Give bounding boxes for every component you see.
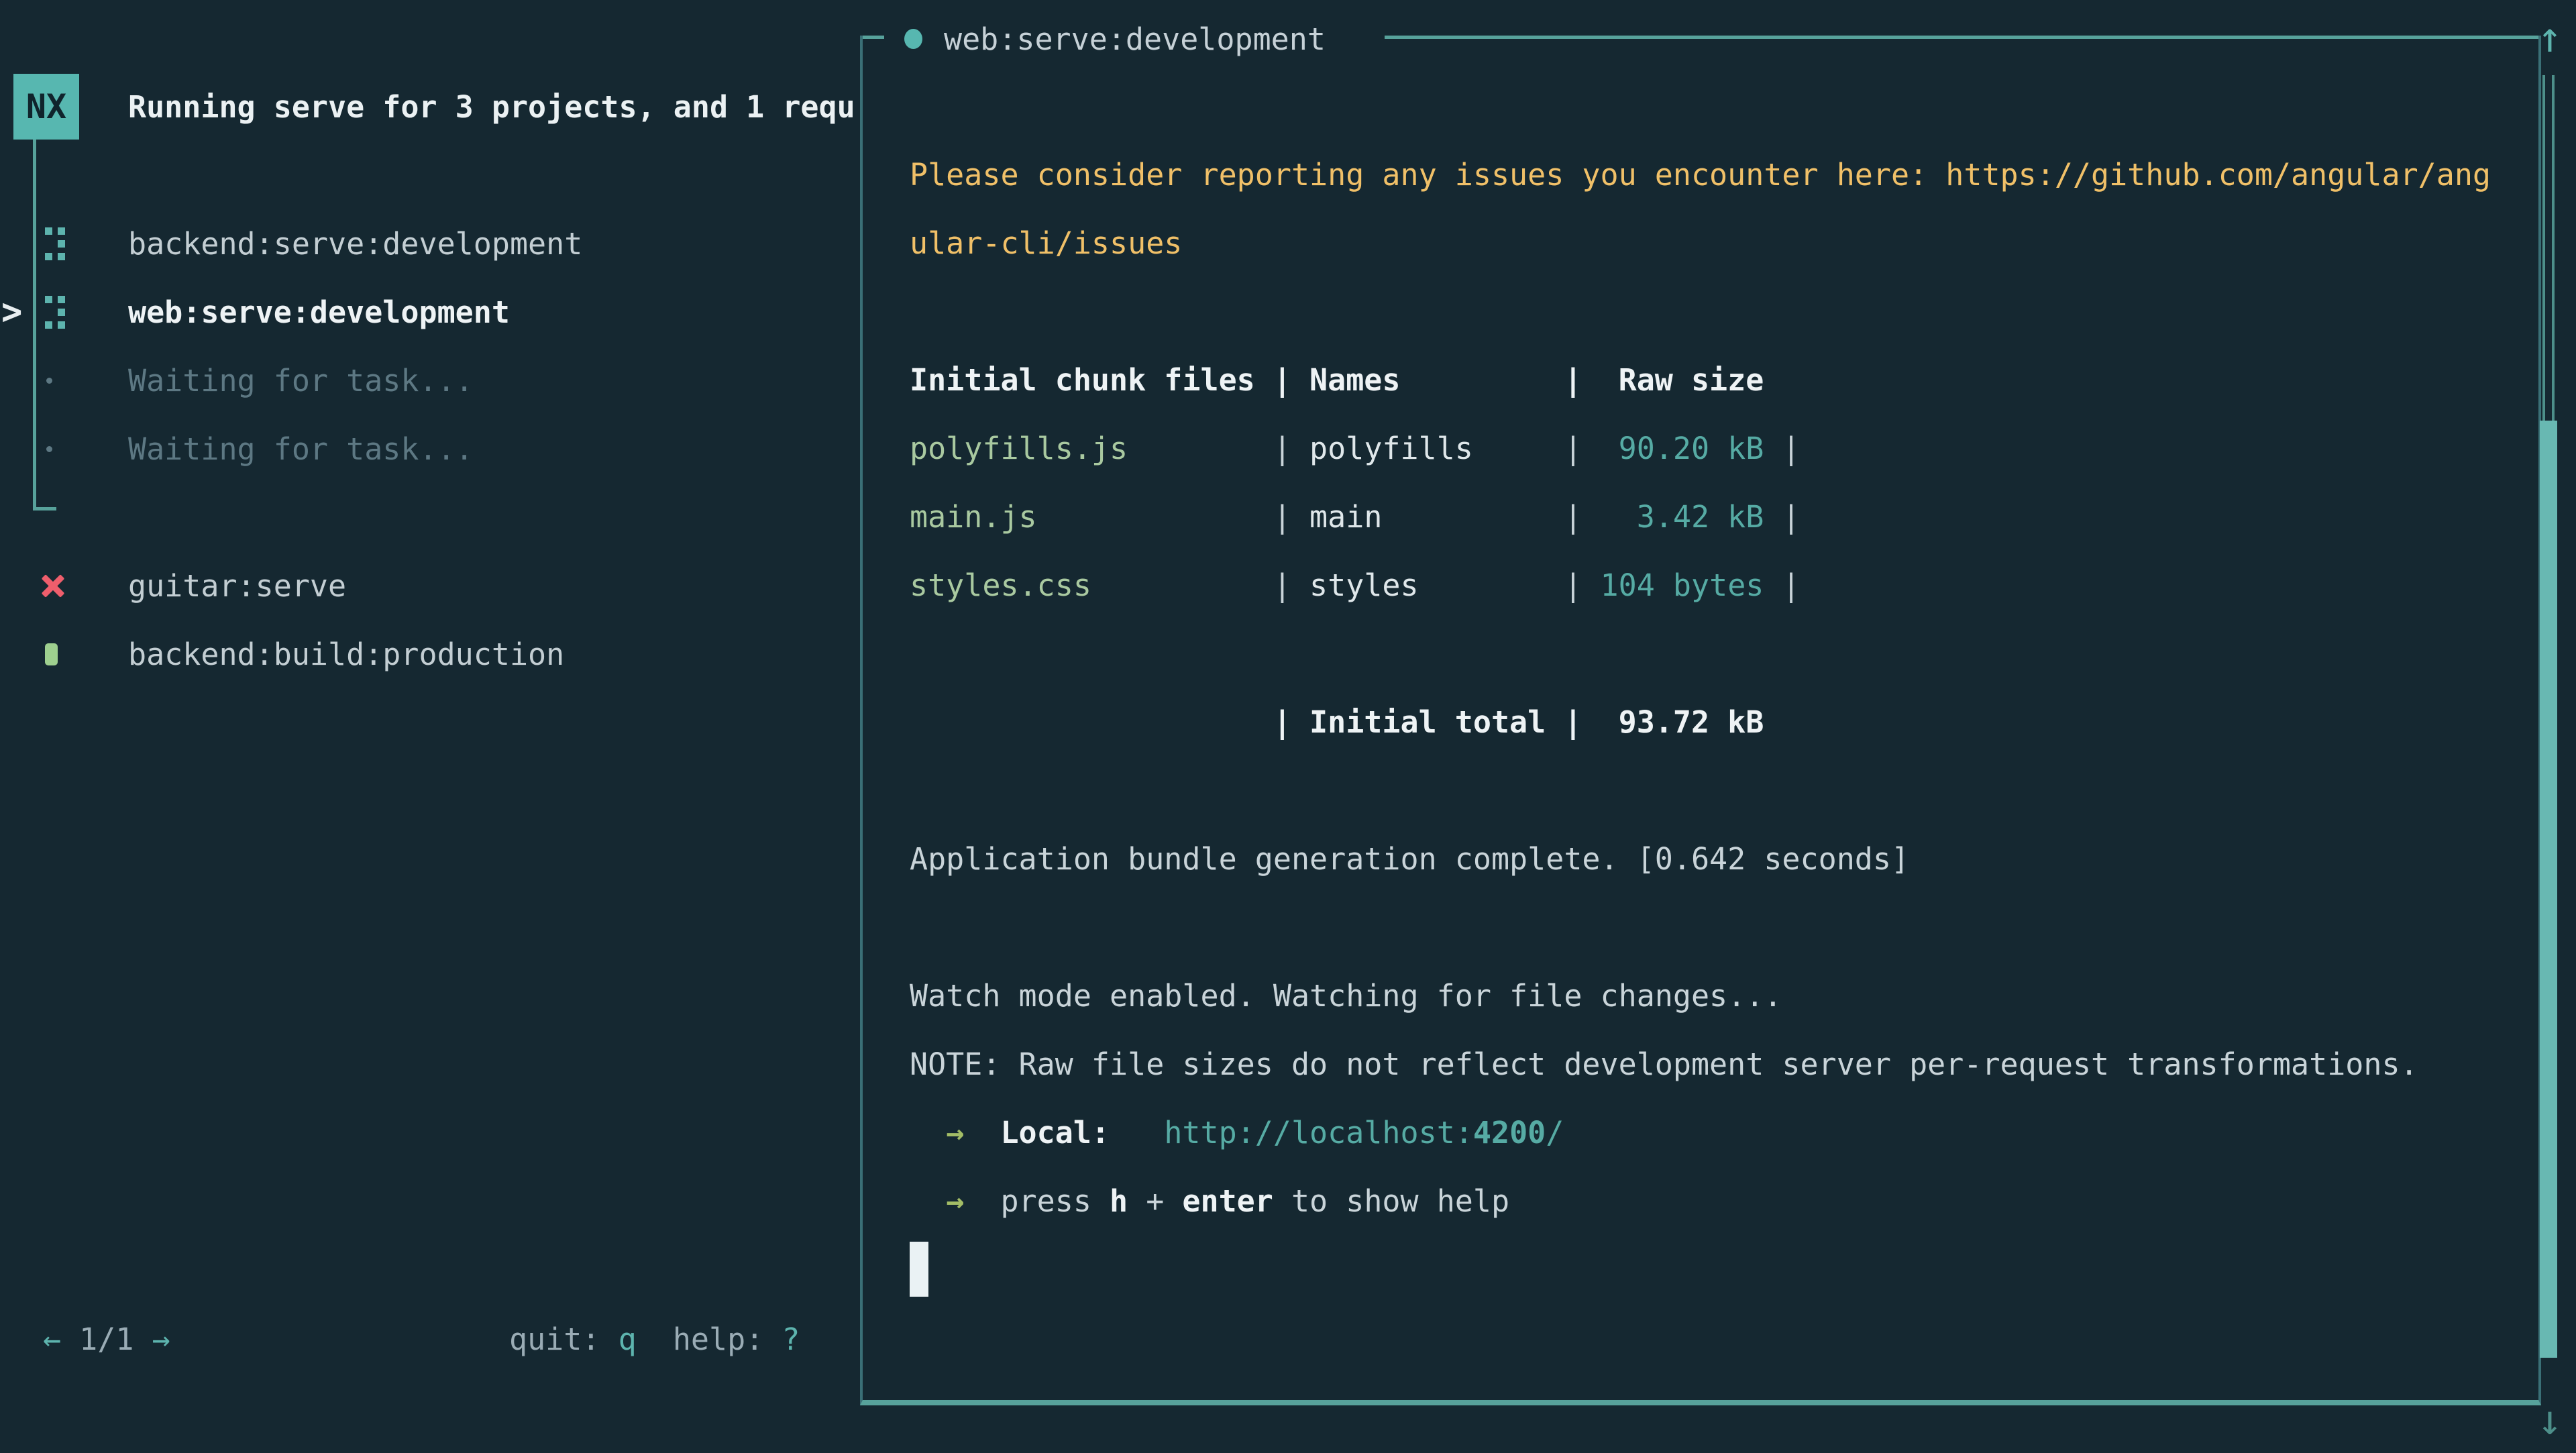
quit-hint-label: quit: <box>509 1322 619 1357</box>
output-line-table-row: polyfills.js | polyfills | 90.20 kB | <box>910 414 2498 482</box>
output-line: NOTE: Raw file sizes do not reflect deve… <box>910 1030 2498 1098</box>
output-line-table-total: | Initial total | 93.72 kB <box>910 688 2498 756</box>
pager-next-icon[interactable]: → <box>152 1322 170 1357</box>
output-line-cursor <box>910 1235 2498 1303</box>
task-label: backend:build:production <box>128 637 564 672</box>
scroll-up-arrow-icon[interactable]: ↑ <box>2526 0 2573 74</box>
app-title: Running serve for 3 projects, and 1 requ <box>128 74 855 140</box>
output-line-table-header: Initial chunk files | Names | Raw size <box>910 345 2498 414</box>
panel-border-top-right <box>1385 36 2538 39</box>
spinner-icon <box>37 292 66 332</box>
output-line-local-url[interactable]: → Local: http://localhost:4200/ <box>910 1098 2498 1167</box>
running-dot-icon <box>904 29 922 49</box>
task-label: guitar:serve <box>128 568 346 604</box>
pager-prev-icon[interactable]: ← <box>43 1322 61 1357</box>
output-line <box>910 756 2498 824</box>
help-key: ? <box>782 1322 800 1357</box>
task-row-waiting-1[interactable]: Waiting for task... <box>0 346 859 415</box>
pager-count: 1/1 <box>61 1322 152 1357</box>
nx-logo: NX <box>13 74 79 140</box>
help-hint-label: help: <box>637 1322 782 1357</box>
scroll-down-arrow-icon[interactable]: ↓ <box>2526 1386 2573 1453</box>
task-list-gap <box>0 483 859 551</box>
task-list: backend:serve:development web:serve:deve… <box>0 209 859 688</box>
output-line-help-hint: → press h + enter to show help <box>910 1167 2498 1235</box>
task-row-web-serve-development[interactable]: web:serve:development <box>0 278 859 346</box>
task-label-selected: web:serve:development <box>128 294 510 330</box>
panel-title: web:serve:development <box>904 5 1326 73</box>
panel-border-top-left <box>863 36 884 39</box>
waiting-dot-icon <box>37 360 66 400</box>
output-line: Watch mode enabled. Watching for file ch… <box>910 961 2498 1030</box>
keyboard-hints: quit: q help: ? <box>509 1305 800 1373</box>
task-row-backend-build-production[interactable]: backend:build:production <box>0 620 859 688</box>
task-label: Waiting for task... <box>128 431 474 467</box>
output-line: ular-cli/issues <box>910 209 2498 277</box>
pager: ← 1/1 → <box>43 1305 170 1373</box>
output-line <box>910 277 2498 345</box>
output-line-table-row: main.js | main | 3.42 kB | <box>910 482 2498 551</box>
task-row-backend-serve-development[interactable]: backend:serve:development <box>0 209 859 278</box>
scrollbar-thumb[interactable] <box>2540 421 2557 1358</box>
output-line <box>910 619 2498 688</box>
nx-tui-screen: NX Running serve for 3 projects, and 1 r… <box>0 0 2576 1449</box>
quit-key: q <box>619 1322 637 1357</box>
task-label: Waiting for task... <box>128 363 474 398</box>
failed-x-icon <box>37 566 66 606</box>
task-output-panel[interactable]: web:serve:development Please consider re… <box>860 36 2541 1405</box>
panel-title-text: web:serve:development <box>944 21 1326 57</box>
task-row-waiting-2[interactable]: Waiting for task... <box>0 415 859 483</box>
success-square-icon <box>37 634 66 674</box>
waiting-dot-icon <box>37 429 66 469</box>
scrollbar-rail[interactable] <box>2542 75 2555 421</box>
output-line: Please consider reporting any issues you… <box>910 140 2498 209</box>
output-line <box>910 893 2498 961</box>
task-label: backend:serve:development <box>128 226 582 262</box>
output-line-table-row: styles.css | styles | 104 bytes | <box>910 551 2498 619</box>
output-line: Application bundle generation complete. … <box>910 824 2498 893</box>
terminal-output: Please consider reporting any issues you… <box>910 140 2498 1303</box>
task-row-guitar-serve[interactable]: guitar:serve <box>0 551 859 620</box>
spinner-icon <box>37 223 66 264</box>
